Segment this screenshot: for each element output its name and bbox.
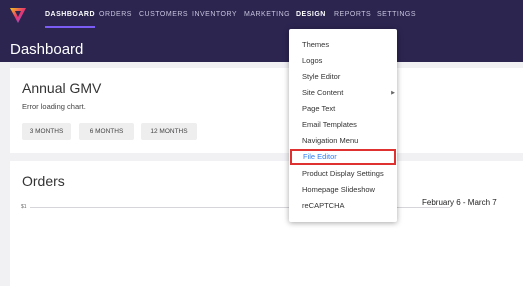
menu-item-homepage-slideshow[interactable]: Homepage Slideshow (289, 182, 397, 198)
menu-item-themes[interactable]: Themes (289, 37, 397, 53)
nav-design[interactable]: DESIGN (296, 0, 326, 30)
range-6-months-button[interactable]: 6 MONTHS (79, 123, 134, 140)
brand-logo-icon[interactable] (10, 7, 26, 23)
submenu-arrow-icon: ▶ (391, 90, 395, 96)
menu-item-product-display-settings[interactable]: Product Display Settings (289, 166, 397, 182)
menu-item-navigation-menu[interactable]: Navigation Menu (289, 133, 397, 149)
nav-dashboard[interactable]: DASHBOARD (45, 0, 95, 30)
nav-reports[interactable]: REPORTS (334, 0, 371, 30)
chart-error-message: Error loading chart. (22, 102, 86, 111)
menu-item-style-editor[interactable]: Style Editor (289, 69, 397, 85)
orders-title: Orders (22, 173, 65, 189)
menu-item-site-content-label: Site Content (302, 88, 344, 97)
page-title: Dashboard (10, 41, 84, 58)
menu-item-file-editor[interactable]: File Editor (290, 149, 396, 165)
nav-customers[interactable]: CUSTOMERS (139, 0, 188, 30)
menu-item-page-text[interactable]: Page Text (289, 101, 397, 117)
orders-card: Orders $1 February 6 - March 7 (10, 161, 523, 286)
y-axis-tick-label: $1 (21, 204, 27, 210)
annual-gmv-card: Annual GMV Error loading chart. 3 MONTHS… (10, 68, 523, 153)
nav-settings[interactable]: SETTINGS (377, 0, 416, 30)
top-navigation-bar: DASHBOARD ORDERS CUSTOMERS INVENTORY MAR… (0, 0, 523, 30)
menu-item-email-templates[interactable]: Email Templates (289, 117, 397, 133)
menu-item-recaptcha[interactable]: reCAPTCHA (289, 198, 397, 214)
range-12-months-button[interactable]: 12 MONTHS (141, 123, 197, 140)
nav-orders[interactable]: ORDERS (99, 0, 132, 30)
menu-item-site-content[interactable]: Site Content ▶ (289, 85, 397, 101)
date-range-label: February 6 - March 7 (422, 198, 497, 207)
menu-item-logos[interactable]: Logos (289, 53, 397, 69)
nav-marketing[interactable]: MARKETING (244, 0, 290, 30)
annual-gmv-title: Annual GMV (22, 80, 102, 96)
range-3-months-button[interactable]: 3 MONTHS (22, 123, 71, 140)
nav-inventory[interactable]: INVENTORY (192, 0, 237, 30)
design-dropdown-menu: Themes Logos Style Editor Site Content ▶… (289, 29, 397, 222)
